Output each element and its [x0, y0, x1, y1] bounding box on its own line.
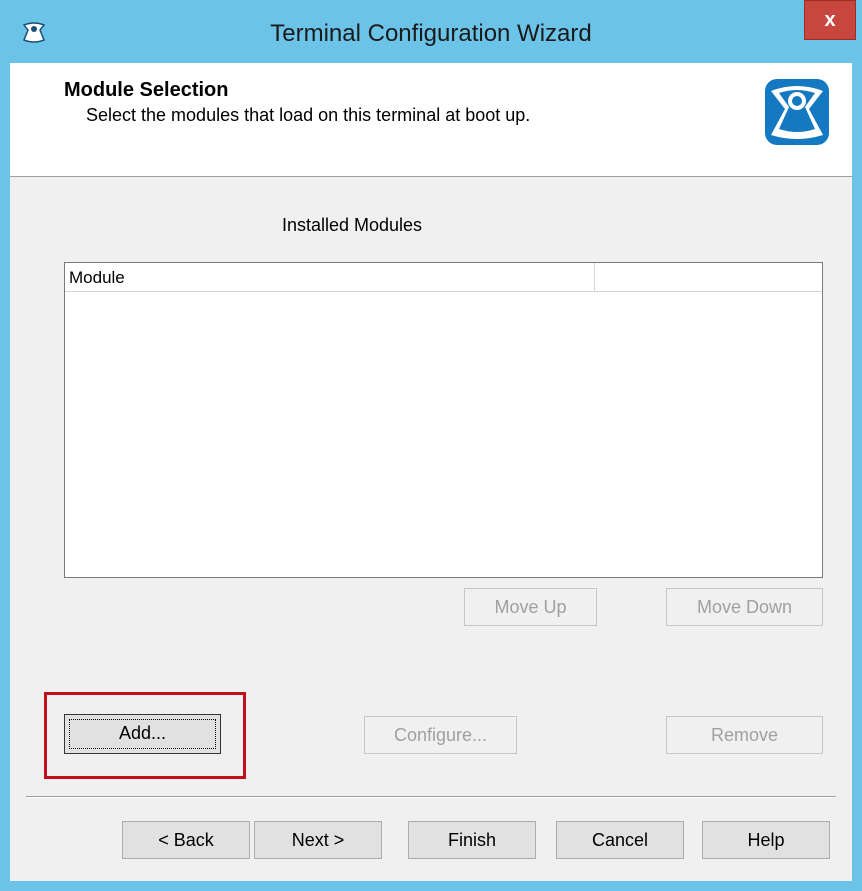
- title-bar[interactable]: Terminal Configuration Wizard x: [0, 0, 862, 62]
- cancel-button[interactable]: Cancel: [556, 821, 684, 859]
- page-subtitle: Select the modules that load on this ter…: [86, 105, 531, 125]
- wizard-body: Module Selection Select the modules that…: [10, 63, 852, 881]
- wizard-window: Terminal Configuration Wizard x Module S…: [0, 0, 862, 891]
- focus-rectangle: [69, 719, 216, 749]
- back-button[interactable]: < Back: [122, 821, 250, 859]
- list-column-header: Module: [65, 263, 822, 292]
- finish-button[interactable]: Finish: [408, 821, 536, 859]
- close-button[interactable]: x: [804, 0, 856, 40]
- page-title: Module Selection: [64, 79, 229, 101]
- remove-button[interactable]: Remove: [666, 716, 823, 754]
- thinmanager-logo-icon: [765, 79, 829, 145]
- installed-modules-label: Installed Modules: [281, 215, 423, 235]
- window-title: Terminal Configuration Wizard: [270, 20, 592, 47]
- configure-button[interactable]: Configure...: [364, 716, 517, 754]
- column-header-module[interactable]: Module: [65, 263, 595, 291]
- help-button[interactable]: Help: [702, 821, 830, 859]
- move-up-button[interactable]: Move Up: [464, 588, 597, 626]
- add-button[interactable]: Add...: [64, 714, 221, 754]
- move-down-button[interactable]: Move Down: [666, 588, 823, 626]
- column-header-empty[interactable]: [595, 263, 822, 291]
- footer-separator: [26, 796, 836, 798]
- wizard-header: Module Selection Select the modules that…: [10, 63, 852, 177]
- next-button[interactable]: Next >: [254, 821, 382, 859]
- modules-list[interactable]: Module: [64, 262, 823, 578]
